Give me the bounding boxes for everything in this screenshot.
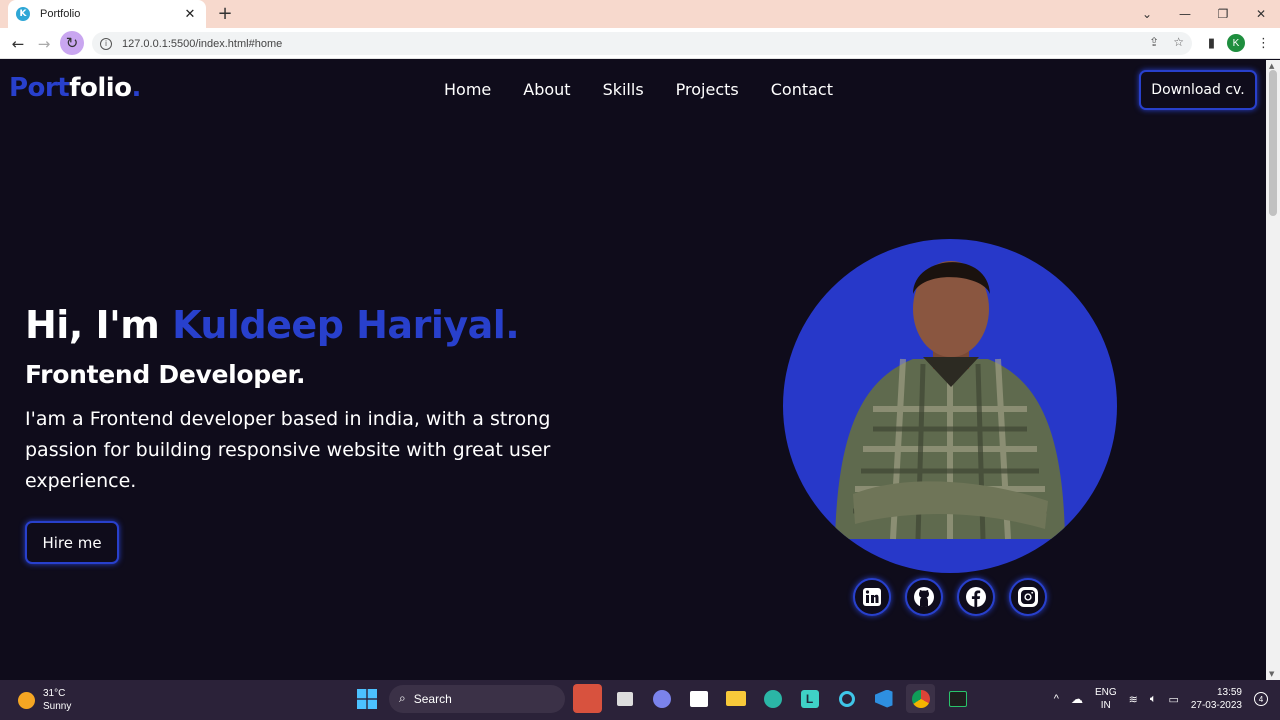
lang-line-2: IN: [1100, 700, 1111, 711]
cortana-icon[interactable]: [832, 684, 861, 713]
vscode-icon[interactable]: [869, 684, 898, 713]
facebook-icon[interactable]: [957, 578, 995, 616]
search-icon: ⌕: [399, 691, 406, 705]
tab-search-icon[interactable]: ⌄: [1128, 0, 1166, 28]
bookmark-star-icon[interactable]: ☆: [1173, 35, 1184, 49]
nav-link-projects[interactable]: Projects: [676, 80, 739, 99]
hire-me-button[interactable]: Hire me: [25, 521, 119, 564]
clock-time: 13:59: [1216, 687, 1242, 698]
search-label: Search: [413, 691, 452, 706]
clock-date: 27-03-2023: [1190, 700, 1242, 711]
site-logo[interactable]: Portfolio.: [9, 73, 141, 103]
site-info-icon[interactable]: i: [100, 37, 112, 50]
scroll-up-arrow-icon[interactable]: ▲: [1269, 62, 1274, 70]
file-explorer-icon[interactable]: [721, 684, 750, 713]
sun-icon: [18, 691, 35, 709]
share-icon[interactable]: ⇪: [1149, 35, 1159, 49]
os-taskbar: 31°C Sunny ⌕ Search L ^ ☁ ENG IN ≋ 🔈︎ ▭: [0, 680, 1280, 720]
hero-heading: Hi, I'm Kuldeep Hariyal.: [25, 303, 520, 347]
site-favicon-icon: K: [16, 7, 30, 21]
person-illustration: [835, 261, 1065, 540]
windows-start-icon[interactable]: [352, 684, 381, 713]
minimize-icon[interactable]: —: [1166, 0, 1204, 28]
profile-avatar[interactable]: K: [1227, 34, 1245, 52]
profile-photo: [783, 239, 1117, 573]
nav-link-home[interactable]: Home: [444, 80, 491, 99]
hero-name: Kuldeep Hariyal.: [172, 303, 520, 347]
new-tab-button[interactable]: +: [214, 4, 236, 24]
search-highlight-icon[interactable]: [573, 684, 602, 713]
taskbar-apps: ⌕ Search L: [352, 684, 972, 713]
back-icon[interactable]: ←: [8, 34, 28, 54]
instagram-icon[interactable]: [1009, 578, 1047, 616]
reload-icon[interactable]: ↻: [60, 31, 84, 55]
url-text[interactable]: 127.0.0.1:5500/index.html#home: [122, 38, 282, 50]
hero-role: Frontend Developer.: [25, 360, 306, 389]
tab-close-icon[interactable]: ✕: [182, 7, 198, 22]
teams-chat-icon[interactable]: [647, 684, 676, 713]
nav-link-skills[interactable]: Skills: [603, 80, 644, 99]
forward-icon[interactable]: →: [34, 34, 54, 54]
main-nav: Home About Skills Projects Contact: [444, 80, 833, 99]
restore-icon[interactable]: ❐: [1204, 0, 1242, 28]
weather-condition: Sunny: [43, 701, 72, 712]
close-window-icon[interactable]: ✕: [1242, 0, 1280, 28]
scroll-thumb[interactable]: [1269, 70, 1277, 216]
menu-kebab-icon[interactable]: ⋮: [1257, 36, 1270, 51]
download-cv-button[interactable]: Download cv.: [1139, 70, 1257, 110]
browser-tab-strip: K Portfolio ✕ + ⌄ — ❐ ✕: [0, 0, 1280, 28]
wifi-icon[interactable]: ≋: [1129, 693, 1138, 706]
onedrive-cloud-icon[interactable]: ☁: [1071, 692, 1083, 706]
app-l-icon[interactable]: L: [795, 684, 824, 713]
browser-toolbar: ← → ↻ i 127.0.0.1:5500/index.html#home ⇪…: [0, 28, 1280, 59]
tab-title: Portfolio: [40, 8, 81, 20]
volume-icon[interactable]: 🔈︎: [1150, 693, 1157, 706]
logo-part-2: folio: [69, 73, 132, 103]
github-icon[interactable]: [905, 578, 943, 616]
clock[interactable]: 13:59 27-03-2023: [1191, 686, 1242, 712]
notification-badge[interactable]: 4: [1254, 692, 1268, 706]
page-scrollbar[interactable]: ▲ ▼: [1266, 60, 1280, 680]
linkedin-icon[interactable]: [853, 578, 891, 616]
window-controls: ⌄ — ❐ ✕: [1128, 0, 1280, 28]
social-links: [853, 578, 1047, 616]
logo-dot: .: [131, 73, 142, 103]
language-indicator[interactable]: ENG IN: [1095, 686, 1117, 712]
show-hidden-icons-icon[interactable]: ^: [1054, 693, 1059, 705]
side-panel-icon[interactable]: ▮: [1208, 36, 1215, 51]
terminal-icon[interactable]: [943, 684, 972, 713]
chrome-icon[interactable]: [906, 684, 935, 713]
task-view-icon[interactable]: [610, 684, 639, 713]
browser-tab[interactable]: K Portfolio ✕: [8, 0, 206, 28]
scroll-down-arrow-icon[interactable]: ▼: [1269, 670, 1274, 678]
address-bar[interactable]: i 127.0.0.1:5500/index.html#home ⇪ ☆: [92, 32, 1192, 55]
lang-line-1: ENG: [1094, 687, 1117, 698]
battery-icon[interactable]: ▭: [1168, 693, 1178, 706]
nav-link-about[interactable]: About: [523, 80, 570, 99]
microsoft-store-icon[interactable]: [684, 684, 713, 713]
hero-greeting: Hi, I'm: [25, 303, 173, 347]
page-viewport: Portfolio. Home About Skills Projects Co…: [0, 60, 1266, 680]
hero-description: I'am a Frontend developer based in india…: [25, 408, 551, 492]
edge-browser-icon[interactable]: [758, 684, 787, 713]
logo-part-1: Port: [9, 73, 70, 103]
weather-temp: 31°C: [43, 688, 66, 699]
system-tray: ^ ☁ ENG IN ≋ 🔈︎ ▭ 13:59 27-03-2023 4: [1054, 686, 1268, 712]
weather-widget[interactable]: 31°C Sunny: [18, 687, 71, 713]
taskbar-search[interactable]: ⌕ Search: [389, 684, 565, 713]
nav-link-contact[interactable]: Contact: [771, 80, 833, 99]
